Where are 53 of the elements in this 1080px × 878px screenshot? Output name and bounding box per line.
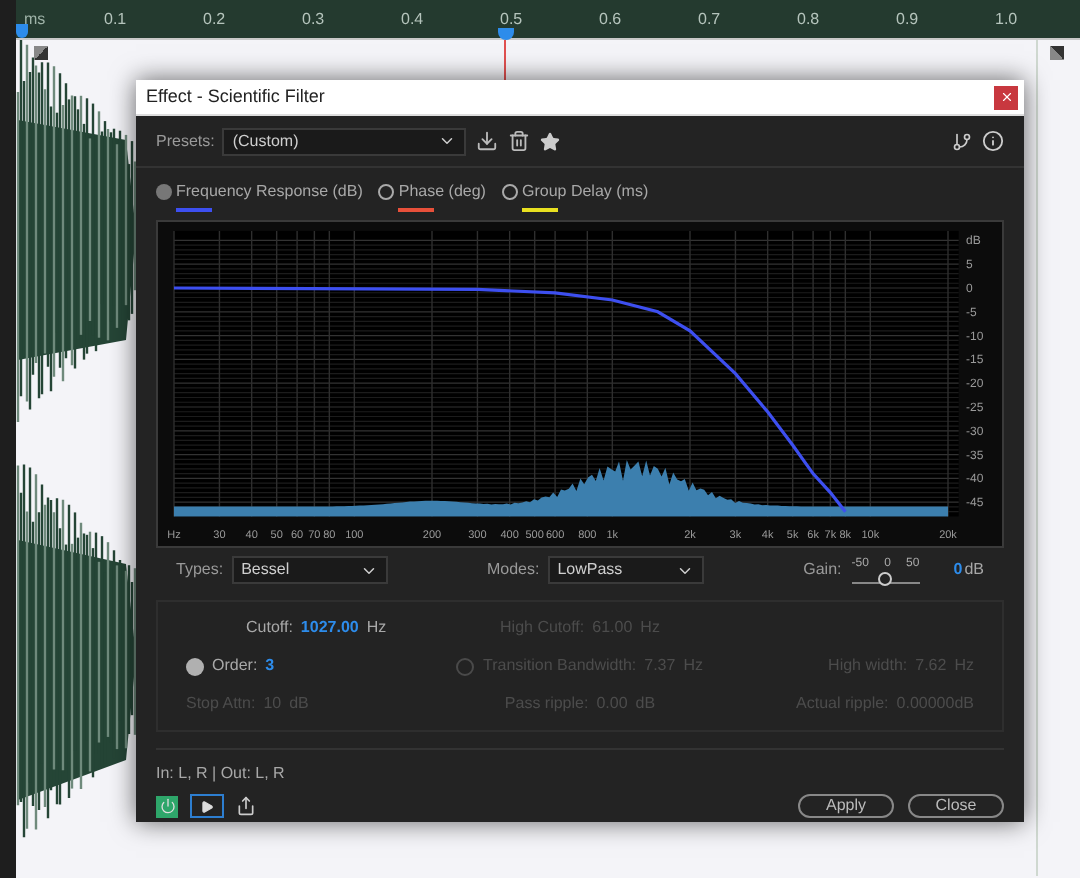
slider-thumb[interactable] (878, 571, 893, 585)
param-label: Order: (212, 654, 258, 678)
star-icon[interactable] (540, 131, 561, 151)
ruler-unit: ms (24, 8, 46, 32)
routing-label: In: L, R | Out: L, R (156, 762, 285, 786)
view-radio[interactable]: Frequency Response (dB) (156, 180, 363, 204)
fade-handle-icon[interactable] (1050, 46, 1064, 60)
trash-icon[interactable] (508, 130, 531, 152)
gain-value[interactable]: 0 (953, 558, 963, 582)
radio-button[interactable] (186, 657, 204, 675)
download-icon[interactable] (476, 130, 499, 152)
unit-label: dB (964, 558, 984, 582)
chevron-icon (438, 132, 457, 150)
tray-arrow-icon[interactable] (236, 796, 256, 816)
ruler-label: 0.3 (302, 8, 325, 32)
dialog-button[interactable]: Close (908, 794, 1004, 818)
window-title: Effect - Scientific Filter (146, 83, 325, 110)
power-button[interactable] (156, 795, 178, 817)
dialog-button[interactable]: Apply (798, 794, 894, 818)
start-marker[interactable] (16, 24, 28, 38)
fade-handle-icon[interactable] (34, 46, 48, 60)
play-icon (200, 799, 214, 813)
power-icon (159, 798, 175, 814)
ruler-label: 0.7 (698, 8, 721, 32)
field-label: Types: (176, 558, 224, 582)
field-label: Modes: (486, 558, 540, 582)
unit-label: Hz (366, 616, 387, 640)
ruler-label: 0.9 (896, 8, 919, 32)
close-icon (999, 90, 1013, 104)
branch-icon[interactable] (952, 131, 972, 151)
view-radio[interactable]: Group Delay (ms) (501, 180, 649, 204)
ruler-label: 0.2 (203, 8, 226, 32)
ruler-label: 0.1 (104, 8, 127, 32)
ruler-label: 0.8 (797, 8, 820, 32)
param-label: Cutoff: (246, 616, 293, 640)
ruler-label: 0.5 (500, 8, 523, 32)
time-ruler[interactable]: ms 0.1 0.2 0.3 0.4 0.5 0.6 0.7 0.8 0.9 1.0 (16, 0, 1080, 40)
playhead-marker[interactable] (498, 28, 514, 40)
field-label: Presets: (156, 129, 215, 153)
dropdown[interactable]: (Custom) (222, 127, 467, 155)
ruler-label: 1.0 (995, 8, 1018, 32)
param-value[interactable]: 1027.00 (300, 616, 359, 640)
dropdown[interactable]: Bessel (231, 556, 388, 584)
dropdown[interactable]: LowPass (547, 556, 704, 584)
view-radio[interactable]: Phase (deg) (378, 180, 486, 204)
close-button[interactable] (994, 85, 1018, 109)
field-label: Gain: (803, 558, 842, 582)
info-icon[interactable] (982, 130, 1004, 152)
play-button[interactable] (190, 794, 224, 818)
gain-slider[interactable] (851, 571, 920, 583)
ruler-label: 0.6 (599, 8, 622, 32)
param-value[interactable]: 3 (265, 654, 275, 678)
ruler-label: 0.4 (401, 8, 424, 32)
